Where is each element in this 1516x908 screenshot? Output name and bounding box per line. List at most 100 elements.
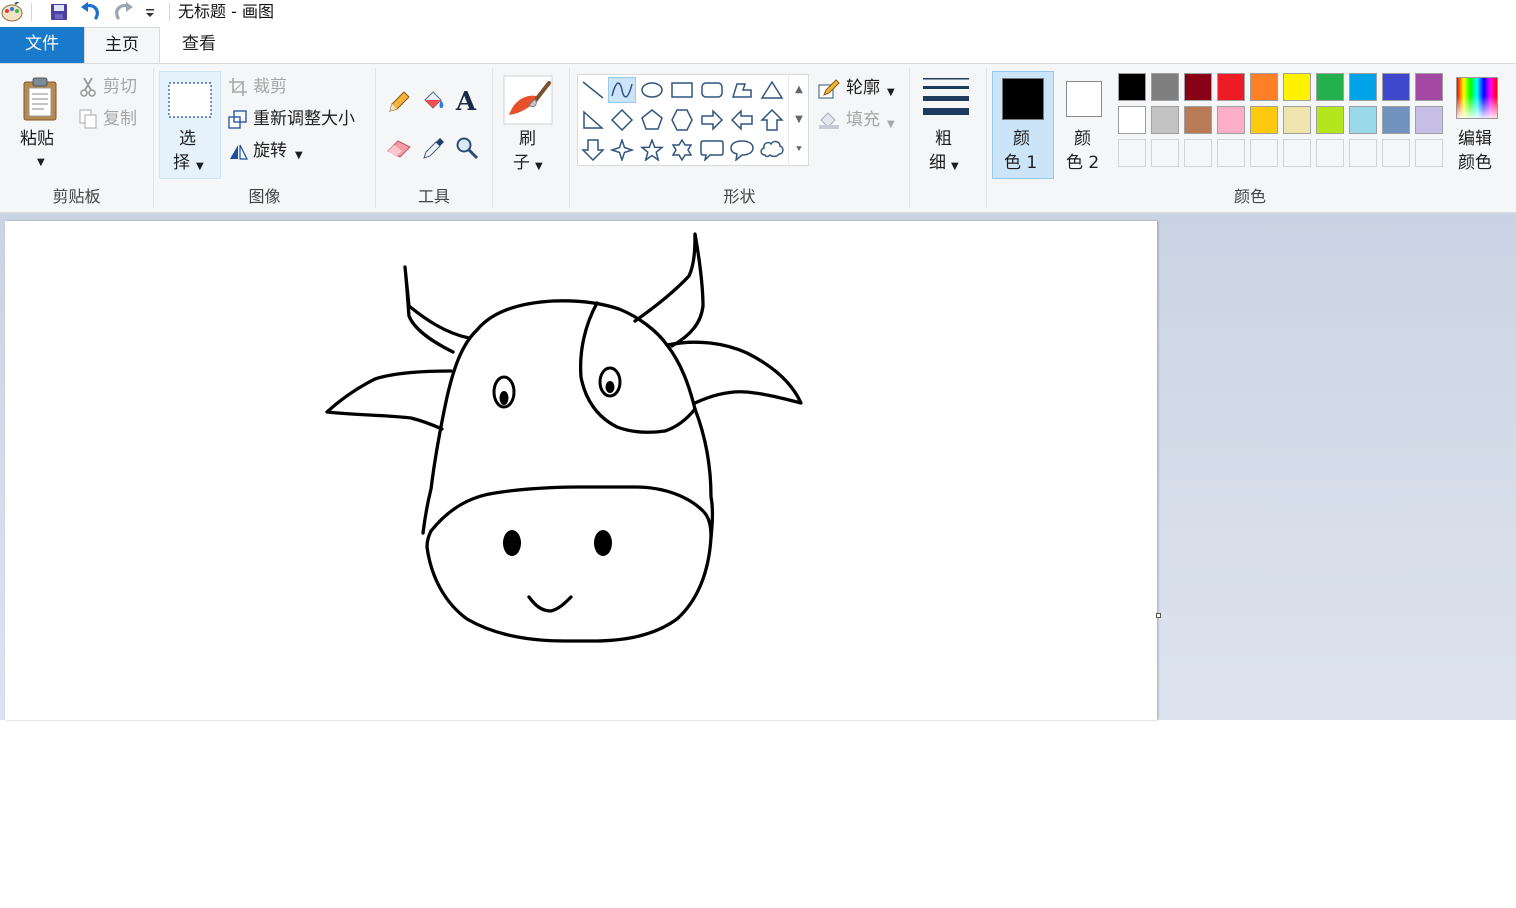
shape-polygon[interactable] <box>728 77 756 103</box>
undo-icon[interactable] <box>78 2 104 22</box>
palette-color-swatch[interactable] <box>1217 106 1245 134</box>
palette-color-swatch[interactable] <box>1151 106 1179 134</box>
custom-color-slot[interactable] <box>1118 139 1146 167</box>
crop-button[interactable]: 裁剪 <box>253 76 287 98</box>
shape-rounded-rectangle[interactable] <box>698 77 726 103</box>
fill-bucket-icon[interactable] <box>419 89 447 115</box>
palette-color-swatch[interactable] <box>1184 73 1212 101</box>
color2-label-line1[interactable]: 颜 <box>1074 128 1091 150</box>
custom-color-slot[interactable] <box>1382 139 1410 167</box>
custom-color-slot[interactable] <box>1217 139 1245 167</box>
outline-dropdown-icon[interactable]: ▼ <box>887 82 895 104</box>
color2-label-line2[interactable]: 色 2 <box>1066 152 1099 174</box>
palette-color-swatch[interactable] <box>1382 73 1410 101</box>
gallery-expand-icon[interactable]: ⯆ <box>789 134 809 164</box>
color2-swatch[interactable] <box>1066 81 1102 117</box>
palette-color-swatch[interactable] <box>1217 73 1245 101</box>
rotate-dropdown-icon[interactable]: ▼ <box>295 145 303 167</box>
edit-colors-label-line1[interactable]: 编辑 <box>1458 128 1492 150</box>
palette-color-swatch[interactable] <box>1283 73 1311 101</box>
shape-line[interactable] <box>579 77 607 103</box>
tab-view[interactable]: 查看 <box>160 27 238 63</box>
shape-right-arrow[interactable] <box>698 107 726 133</box>
shape-oval[interactable] <box>638 77 666 103</box>
palette-color-swatch[interactable] <box>1283 106 1311 134</box>
gallery-scroll-down-icon[interactable]: ▼ <box>789 104 809 134</box>
text-icon[interactable]: A <box>453 87 479 117</box>
eraser-icon[interactable] <box>386 135 412 161</box>
shape-left-arrow[interactable] <box>728 107 756 133</box>
copy-button[interactable]: 复制 <box>103 108 137 130</box>
paint-palette-icon[interactable] <box>0 2 24 22</box>
shape-hexagon[interactable] <box>668 107 696 133</box>
shape-curve[interactable] <box>608 77 636 103</box>
palette-color-swatch[interactable] <box>1118 106 1146 134</box>
brushes-dropdown-icon[interactable]: ▼ <box>535 156 543 178</box>
shape-diamond[interactable] <box>608 107 636 133</box>
shape-oval-callout[interactable] <box>728 137 756 163</box>
color-picker-icon[interactable] <box>421 135 447 161</box>
palette-color-swatch[interactable] <box>1349 73 1377 101</box>
palette-color-swatch[interactable] <box>1250 73 1278 101</box>
palette-color-swatch[interactable] <box>1250 106 1278 134</box>
size-label-line1[interactable]: 粗 <box>935 128 952 150</box>
drawing-canvas[interactable] <box>5 221 1157 720</box>
paste-button[interactable]: 粘贴 <box>20 128 54 150</box>
select-dropdown-icon[interactable]: ▼ <box>196 156 204 178</box>
size-dropdown-icon[interactable]: ▼ <box>951 156 959 178</box>
shape-triangle[interactable] <box>758 77 786 103</box>
palette-color-swatch[interactable] <box>1118 73 1146 101</box>
color2-swatch-frame[interactable] <box>1063 78 1105 120</box>
brushes-label-line1[interactable]: 刷 <box>519 128 536 150</box>
redo-icon[interactable] <box>110 2 136 22</box>
edit-colors-icon[interactable] <box>1455 76 1499 120</box>
save-icon[interactable] <box>48 2 70 22</box>
paste-icon[interactable] <box>18 74 64 124</box>
cut-button[interactable]: 剪切 <box>103 76 137 98</box>
shape-rectangle[interactable] <box>668 77 696 103</box>
custom-color-slot[interactable] <box>1250 139 1278 167</box>
shape-five-point-star[interactable] <box>638 137 666 163</box>
brushes-label-line2[interactable]: 子 <box>513 152 530 174</box>
shape-six-point-star[interactable] <box>668 137 696 163</box>
pencil-icon[interactable] <box>386 89 412 115</box>
palette-color-swatch[interactable] <box>1415 73 1443 101</box>
gallery-scroll-up-icon[interactable]: ▲ <box>789 74 809 104</box>
rotate-button[interactable]: 旋转 <box>253 140 287 162</box>
tab-home[interactable]: 主页 <box>84 27 160 63</box>
shape-up-arrow[interactable] <box>758 107 786 133</box>
palette-color-swatch[interactable] <box>1382 106 1410 134</box>
shape-pentagon[interactable] <box>638 107 666 133</box>
palette-color-swatch[interactable] <box>1316 73 1344 101</box>
fill-button[interactable]: 填充 <box>846 109 880 131</box>
custom-color-slot[interactable] <box>1151 139 1179 167</box>
palette-color-swatch[interactable] <box>1415 106 1443 134</box>
outline-button[interactable]: 轮廓 <box>846 77 880 99</box>
magnifier-icon[interactable] <box>454 135 480 161</box>
paste-dropdown-icon[interactable]: ▼ <box>37 152 45 174</box>
resize-button[interactable]: 重新调整大小 <box>253 108 355 130</box>
palette-color-swatch[interactable] <box>1184 106 1212 134</box>
canvas-resize-handle[interactable] <box>1156 613 1161 618</box>
edit-colors-label-line2[interactable]: 颜色 <box>1458 152 1492 174</box>
palette-color-swatch[interactable] <box>1316 106 1344 134</box>
palette-color-swatch[interactable] <box>1349 106 1377 134</box>
line-width-icon[interactable] <box>919 74 973 120</box>
custom-color-slot[interactable] <box>1283 139 1311 167</box>
shape-down-arrow[interactable] <box>579 137 607 163</box>
custom-color-slot[interactable] <box>1316 139 1344 167</box>
custom-color-slot[interactable] <box>1349 139 1377 167</box>
fill-dropdown-icon[interactable]: ▼ <box>887 114 895 136</box>
shape-cloud-callout[interactable] <box>758 137 786 163</box>
custom-color-slot[interactable] <box>1184 139 1212 167</box>
customize-dropdown-icon[interactable] <box>142 2 158 22</box>
shape-right-triangle[interactable] <box>579 107 607 133</box>
shape-rounded-callout[interactable] <box>698 137 726 163</box>
brush-icon[interactable] <box>502 74 554 126</box>
spectrum-swatch[interactable] <box>1456 77 1498 119</box>
palette-color-swatch[interactable] <box>1151 73 1179 101</box>
tab-file[interactable]: 文件 <box>0 27 84 63</box>
shape-four-point-star[interactable] <box>608 137 636 163</box>
size-label-line2[interactable]: 细 <box>929 152 946 174</box>
custom-color-slot[interactable] <box>1415 139 1443 167</box>
